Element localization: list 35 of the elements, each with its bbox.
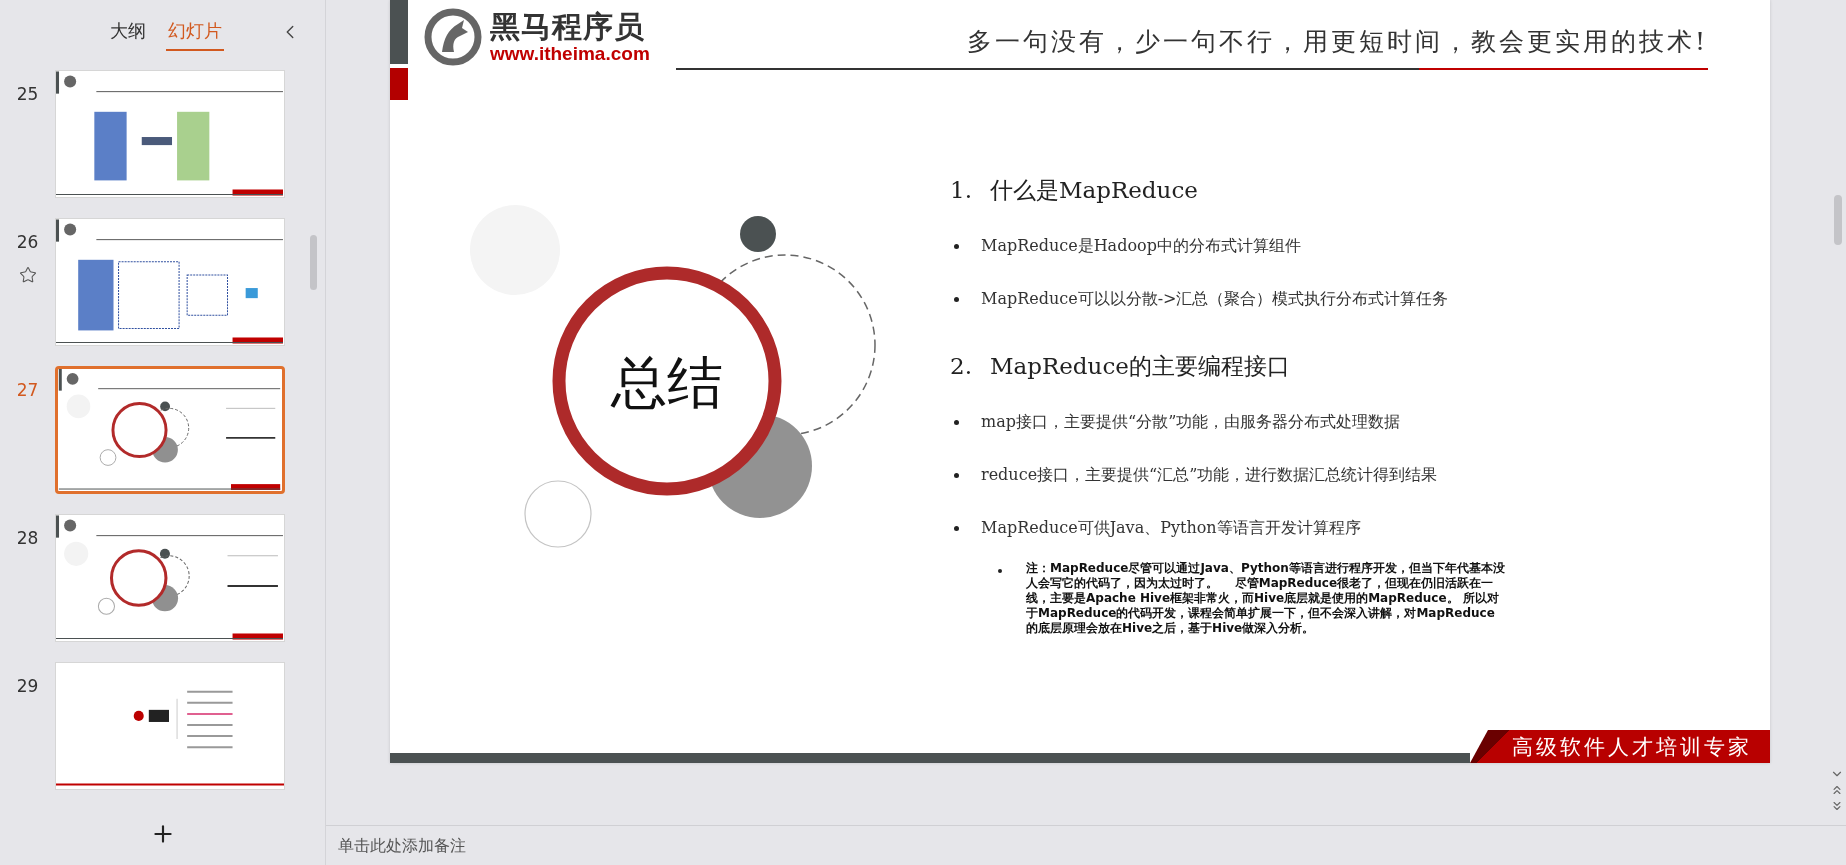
- bullet-text: MapReduce可供Java、Python等语言开发计算程序: [981, 518, 1361, 539]
- heading-number: 2.: [950, 353, 972, 379]
- bullet-icon: [954, 297, 959, 302]
- previous-slide-icon[interactable]: [1830, 783, 1844, 797]
- slide-thumbnail[interactable]: [55, 366, 285, 494]
- next-slide-icon[interactable]: [1830, 799, 1844, 813]
- bullet-text: map接口，主要提供“分散”功能，由服务器分布式处理数据: [981, 412, 1401, 433]
- bullet-icon: [954, 473, 959, 478]
- section-heading: MapReduce的主要编程接口: [989, 351, 1290, 381]
- slide-number: 26: [16, 232, 39, 252]
- logo-name: 黑马程序员: [490, 9, 646, 43]
- panel-tab[interactable]: 大纲: [108, 13, 148, 51]
- slide-number: 28: [16, 528, 39, 548]
- header-stripe: [390, 0, 408, 64]
- bullet-icon: [954, 420, 959, 425]
- bullet-icon: [954, 526, 959, 531]
- bullet-icon: [954, 244, 959, 249]
- section-heading: 什么是MapReduce: [989, 175, 1198, 205]
- note-text: 注：MapReduce尽管可以通过Java、Python等语言进行程序开发，但当下年代基本没人会写它的代码了，因为太过时了。 尽管MapReduce很老了，但现在仍旧活跃在一线，主要是Apache Hive框架非常火，而Hive底层就是使用的MapReduce。 所以对于MapReduce的代码开发，课程会简单扩展一下，但不会深入讲解，对MapReduce的底层原理会放在Hive之后，基于Hive做深入分析。: [1026, 561, 1506, 636]
- heading-number: 1.: [950, 177, 972, 203]
- slide-number: 25: [16, 84, 39, 104]
- scrollbar-thumb[interactable]: [1834, 195, 1842, 245]
- slide-number: 27: [16, 380, 39, 400]
- badge-title: 总结: [611, 350, 723, 415]
- star-icon[interactable]: [18, 266, 37, 284]
- scrollbar-thumb[interactable]: [310, 235, 317, 290]
- bullet-text: reduce接口，主要提供“汇总”功能，进行数据汇总统计得到结果: [981, 465, 1438, 486]
- logo-url: www.itheima.com: [490, 42, 650, 65]
- footer-text: 高级软件人才培训专家: [1512, 733, 1752, 761]
- header-stripe: [390, 68, 408, 100]
- bullet-text: MapReduce是Hadoop中的分布式计算组件: [981, 236, 1301, 257]
- slide-number: 29: [16, 676, 39, 696]
- bullet-icon: [998, 569, 1002, 573]
- slogan: 多一句没有，少一句不行，用更短时间，教会更实用的技术!: [966, 26, 1708, 58]
- bullet-text: MapReduce可以以分散->汇总（聚合）模式执行分布式计算任务: [981, 289, 1449, 310]
